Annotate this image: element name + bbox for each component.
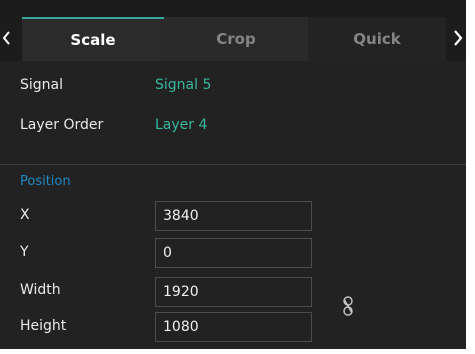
width-input[interactable]: 1920 bbox=[155, 277, 312, 307]
tab-scale[interactable]: Scale bbox=[22, 17, 164, 61]
layer-order-value: Layer 4 bbox=[155, 117, 208, 133]
signal-label: Signal bbox=[20, 77, 64, 93]
width-label: Width bbox=[20, 282, 61, 298]
height-input-value: 1080 bbox=[163, 319, 199, 335]
layer-order-label: Layer Order bbox=[20, 117, 104, 133]
chevron-right-icon[interactable] bbox=[450, 26, 466, 50]
chevron-left-icon[interactable] bbox=[0, 26, 14, 50]
tab-scale-label: Scale bbox=[70, 31, 116, 49]
width-input-value: 1920 bbox=[163, 284, 199, 300]
link-aspect-ratio-icon[interactable] bbox=[341, 296, 355, 316]
height-label: Height bbox=[20, 318, 67, 334]
y-input[interactable]: 0 bbox=[155, 238, 312, 268]
tab-quick[interactable]: Quick bbox=[308, 17, 446, 61]
y-input-value: 0 bbox=[163, 245, 172, 261]
tab-quick-label: Quick bbox=[353, 30, 401, 48]
tab-bar: Scale Crop Quick bbox=[0, 0, 466, 61]
section-divider bbox=[0, 164, 466, 165]
signal-value: Signal 5 bbox=[155, 77, 212, 93]
y-label: Y bbox=[20, 244, 29, 260]
position-section-title: Position bbox=[20, 174, 71, 189]
x-label: X bbox=[20, 207, 30, 223]
height-input[interactable]: 1080 bbox=[155, 312, 312, 342]
tab-crop[interactable]: Crop bbox=[164, 17, 308, 61]
x-input[interactable]: 3840 bbox=[155, 201, 312, 231]
scale-panel: Scale Crop Quick Signal Signal 5 Layer O… bbox=[0, 0, 466, 349]
tab-crop-label: Crop bbox=[216, 30, 256, 48]
x-input-value: 3840 bbox=[163, 208, 199, 224]
